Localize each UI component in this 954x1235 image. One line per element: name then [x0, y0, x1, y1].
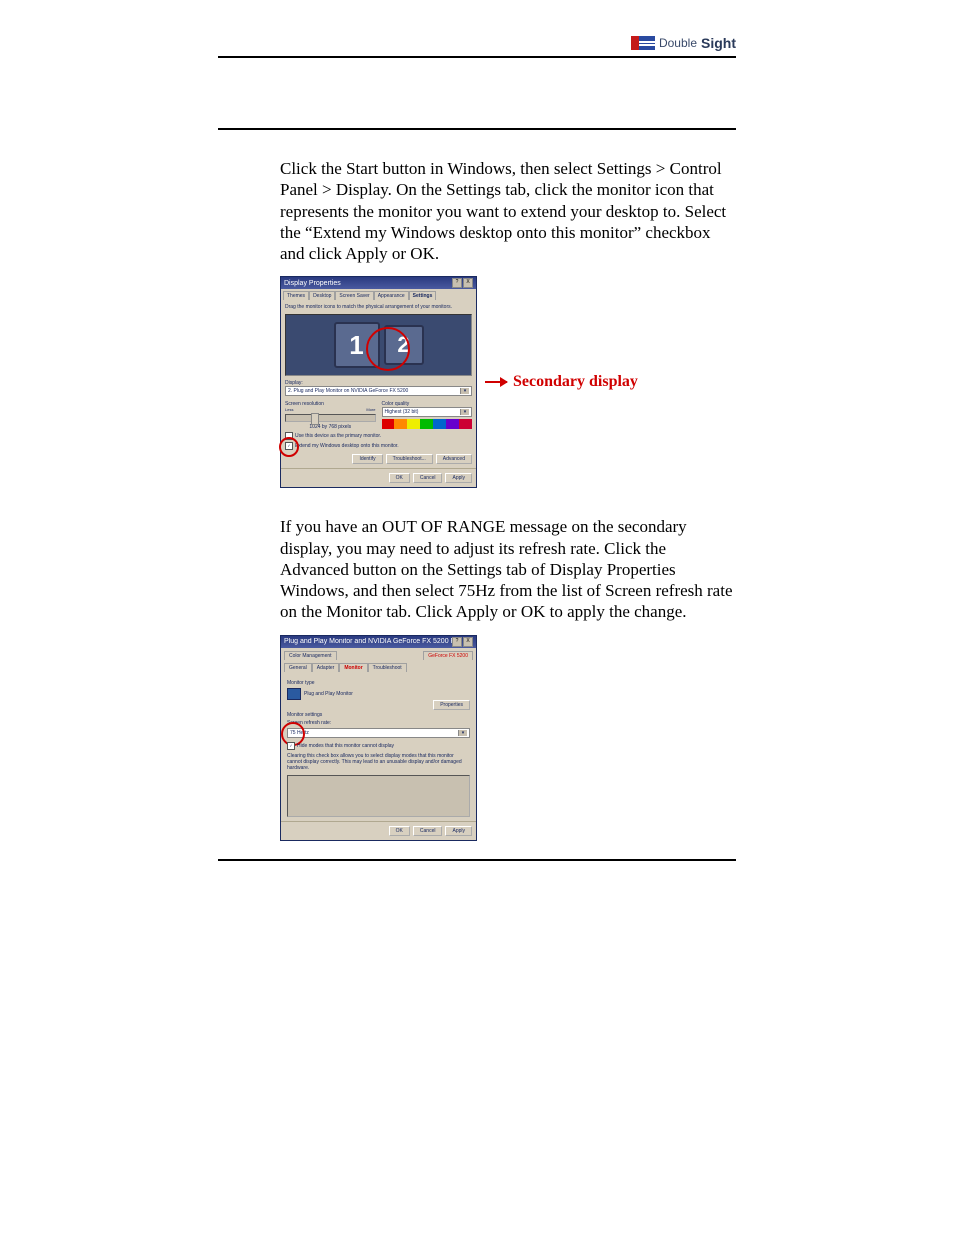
monitor-2-label: 2	[397, 332, 409, 358]
tab-geforce[interactable]: GeForce FX 5200	[423, 651, 473, 660]
settings-row: Screen resolution Less More 1024 by 768 …	[285, 399, 472, 430]
monitor-settings-label: Monitor settings	[287, 712, 470, 718]
advanced-button[interactable]: Advanced	[436, 454, 472, 464]
chevron-down-icon: ▾	[458, 730, 467, 736]
mid-buttons: Identify Troubleshoot... Advanced	[285, 454, 472, 464]
hide-modes-row: ✓ Hide modes that this monitor cannot di…	[287, 742, 470, 750]
tab-troubleshoot[interactable]: Troubleshoot	[368, 663, 407, 672]
tab-settings[interactable]: Settings	[409, 291, 437, 300]
monitor-2-icon[interactable]: 2	[384, 325, 424, 365]
extend-desktop-label: Extend my Windows desktop onto this moni…	[295, 443, 399, 449]
dialog-titlebar: Display Properties ? X	[281, 277, 476, 289]
tab-monitor[interactable]: Monitor	[339, 663, 367, 672]
window-controls: ? X	[452, 278, 473, 288]
chevron-down-icon: ▾	[460, 388, 469, 394]
monitor-icon	[287, 688, 301, 700]
secondary-display-label: Secondary display	[513, 373, 638, 391]
annotation-arrow: Secondary display	[485, 373, 638, 391]
monitor-1-icon[interactable]: 1	[334, 322, 380, 368]
tab-color-management[interactable]: Color Management	[284, 651, 337, 660]
close-button[interactable]: X	[463, 637, 473, 647]
apply-button[interactable]: Apply	[445, 826, 472, 836]
hide-modes-label: Hide modes that this monitor cannot disp…	[297, 743, 394, 749]
display-properties-dialog: Display Properties ? X Themes Desktop Sc…	[280, 276, 477, 488]
display-select-value: 2. Plug and Play Monitor on NVIDIA GeFor…	[288, 388, 408, 394]
dialog-tabs: Themes Desktop Screen Saver Appearance S…	[281, 289, 476, 300]
resolution-value: 1024 by 768 pixels	[285, 424, 376, 430]
slider-more: More	[366, 407, 375, 412]
arrow-line-icon	[485, 381, 507, 383]
monitor-type-row: Plug and Play Monitor	[287, 688, 470, 700]
slider-labels: Less More	[285, 407, 376, 412]
document-page: Double Sight Click the Start button in Wi…	[0, 0, 954, 901]
color-quality-group: Color quality Highest (32 bit) ▾	[382, 399, 473, 430]
color-quality-select[interactable]: Highest (32 bit) ▾	[382, 407, 473, 417]
refresh-rate-label: Screen refresh rate:	[287, 720, 470, 726]
outofrange-paragraph: If you have an OUT OF RANGE message on t…	[280, 516, 736, 622]
troubleshoot-button[interactable]: Troubleshoot...	[386, 454, 433, 464]
ok-button[interactable]: OK	[389, 473, 410, 483]
dialog2-footer: OK Cancel Apply	[281, 821, 476, 840]
apply-button[interactable]: Apply	[445, 473, 472, 483]
dialog2-tabs-row2: General Adapter Monitor Troubleshoot	[281, 660, 476, 672]
identify-button[interactable]: Identify	[352, 454, 382, 464]
monitor-properties-dialog: Plug and Play Monitor and NVIDIA GeForce…	[280, 635, 477, 841]
figure-display-properties: Display Properties ? X Themes Desktop Sc…	[280, 276, 954, 488]
tab-general[interactable]: General	[284, 663, 312, 672]
extend-desktop-checkbox[interactable]: ✓	[285, 442, 293, 450]
tab-adapter[interactable]: Adapter	[312, 663, 340, 672]
ok-button[interactable]: OK	[389, 826, 410, 836]
monitor-type-value: Plug and Play Monitor	[304, 691, 353, 697]
dialog-body: Drag the monitor icons to match the phys…	[281, 300, 476, 468]
monitor-arrangement-area[interactable]: 1 2	[285, 314, 472, 376]
close-button[interactable]: X	[463, 278, 473, 288]
extend-desktop-checkbox-row: ✓ Extend my Windows desktop onto this mo…	[285, 442, 472, 450]
slider-thumb[interactable]	[311, 413, 319, 425]
section-rule-top	[218, 128, 736, 130]
dialog-title: Display Properties	[284, 280, 341, 287]
tab-appearance[interactable]: Appearance	[374, 291, 409, 300]
chevron-down-icon: ▾	[460, 409, 469, 415]
tab-screensaver[interactable]: Screen Saver	[335, 291, 373, 300]
resolution-slider[interactable]	[285, 414, 376, 422]
dialog-footer: OK Cancel Apply	[281, 468, 476, 487]
slider-less: Less	[285, 407, 293, 412]
empty-panel	[287, 775, 470, 817]
dialog2-tabs-row1: Color Management GeForce FX 5200	[281, 648, 476, 660]
primary-monitor-checkbox-row: Use this device as the primary monitor.	[285, 432, 472, 440]
display-select[interactable]: 2. Plug and Play Monitor on NVIDIA GeFor…	[285, 386, 472, 396]
intro-paragraph: Click the Start button in Windows, then …	[280, 158, 736, 264]
dialog2-title: Plug and Play Monitor and NVIDIA GeForce…	[284, 638, 452, 645]
help-button[interactable]: ?	[452, 278, 462, 288]
dialog2-body: Monitor type Plug and Play Monitor Prope…	[281, 672, 476, 821]
tab-themes[interactable]: Themes	[283, 291, 309, 300]
color-gradient-bar	[382, 419, 473, 429]
hide-modes-note: Clearing this check box allows you to se…	[287, 753, 470, 771]
tab-desktop[interactable]: Desktop	[309, 291, 335, 300]
brand-logo: Double Sight	[631, 35, 736, 51]
help-button[interactable]: ?	[452, 637, 462, 647]
primary-monitor-label: Use this device as the primary monitor.	[295, 433, 381, 439]
brand-text-prefix: Double	[659, 36, 697, 50]
section-rule-bottom	[218, 859, 736, 861]
page-header: Double Sight	[218, 30, 736, 58]
cancel-button[interactable]: Cancel	[413, 473, 443, 483]
dialog2-titlebar: Plug and Play Monitor and NVIDIA GeForce…	[281, 636, 476, 648]
refresh-rate-value: 75 Hertz	[290, 730, 309, 736]
brand-flag-icon	[631, 36, 655, 50]
properties-button[interactable]: Properties	[433, 700, 470, 710]
screen-res-group: Screen resolution Less More 1024 by 768 …	[285, 399, 376, 430]
color-quality-value: Highest (32 bit)	[385, 409, 419, 415]
refresh-rate-select[interactable]: 75 Hertz ▾	[287, 728, 470, 738]
primary-monitor-checkbox[interactable]	[285, 432, 293, 440]
hide-modes-checkbox[interactable]: ✓	[287, 742, 295, 750]
brand-text-suffix: Sight	[701, 35, 736, 51]
window-controls: ? X	[452, 637, 473, 647]
monitor-type-label: Monitor type	[287, 680, 470, 686]
drag-hint: Drag the monitor icons to match the phys…	[285, 304, 472, 310]
cancel-button[interactable]: Cancel	[413, 826, 443, 836]
